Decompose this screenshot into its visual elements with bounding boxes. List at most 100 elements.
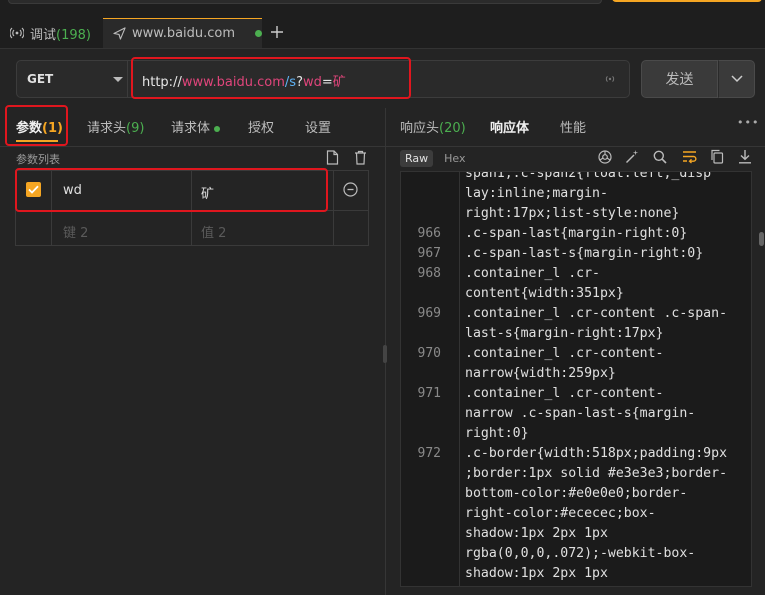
code-text: .c-border{width:518px;padding:9px [465, 446, 728, 461]
tab-debug[interactable]: 调试(198) [0, 18, 100, 48]
top-search-field[interactable] [8, 0, 602, 4]
copy-icon[interactable] [710, 149, 724, 164]
file-icon[interactable] [326, 150, 339, 165]
code-text: right:0} [465, 426, 529, 441]
code-text: last-s{margin-right:17px} [465, 326, 664, 341]
magic-wand-icon[interactable] [625, 149, 640, 164]
code-line: rgba(0,0,0,.072);-moz-box- [401, 584, 751, 586]
send-dropdown-button[interactable] [718, 60, 755, 98]
code-lines: span1,.c-span2{float:left;_disp lay:inlin… [401, 171, 751, 586]
response-code-viewer[interactable]: span1,.c-span2{float:left;_disp lay:inlin… [400, 171, 752, 587]
tab-req-body[interactable]: 请求体 [171, 117, 221, 136]
more-icon[interactable]: ••• [737, 116, 759, 129]
line-number: 970 [417, 346, 441, 361]
new-tab-plus-icon[interactable] [270, 25, 284, 39]
tab-auth[interactable]: 授权 [248, 117, 274, 136]
code-line: 967 .c-span-last-s{margin-right:0} [401, 244, 751, 264]
code-text: ;border:1px solid #e3e3e3;border- [465, 466, 728, 481]
tab-resp-body[interactable]: 响应体 [490, 117, 529, 136]
method-select[interactable]: GET [16, 60, 128, 98]
tab-resp-body-label: 响应体 [490, 121, 530, 136]
line-number-gutter-divider [459, 171, 460, 587]
code-line: last-s{margin-right:17px} [401, 324, 751, 344]
code-text: narrow .c-span-last-s{margin- [465, 406, 696, 421]
scrollbar-thumb[interactable] [759, 232, 764, 246]
tab-auth-label: 授权 [248, 121, 275, 136]
key-placeholder[interactable]: 键 2 [63, 222, 88, 241]
code-line: lay:inline;margin- [401, 184, 751, 204]
trash-icon[interactable] [354, 150, 367, 165]
tab-performance-label: 性能 [560, 121, 587, 136]
unsaved-dot-icon [255, 30, 262, 37]
tab-req-headers[interactable]: 请求头(9) [87, 117, 144, 136]
params-list-label: 参数列表 [16, 153, 60, 166]
tab-resp-headers-count: (20) [439, 121, 466, 136]
code-line: right:17px;list-style:none} [401, 204, 751, 224]
code-text: content{width:351px} [465, 286, 624, 301]
code-line: right:0} [401, 424, 751, 444]
code-text: right-color:#ececec;box- [465, 506, 656, 521]
code-line: span1,.c-span2{float:left;_disp [401, 171, 751, 184]
body-dot-icon [214, 125, 221, 132]
code-text: lay:inline;margin- [465, 186, 608, 201]
code-text: .c-span-last{margin-right:0} [465, 226, 688, 241]
code-line: 969 .container_l .cr-content .c-span- [401, 304, 751, 324]
search-icon[interactable] [653, 150, 667, 164]
code-text: .container_l .cr-content- [465, 386, 664, 401]
tab-req-headers-count: (9) [126, 121, 145, 136]
top-action-button[interactable] [612, 0, 762, 2]
send-button[interactable]: 发送 [641, 60, 718, 98]
code-text: .container_l .cr-content- [465, 346, 664, 361]
tab-resp-headers-label: 响应头 [400, 121, 440, 136]
download-icon[interactable] [738, 149, 752, 164]
code-text: bottom-color:#e0e0e0;border- [465, 486, 688, 501]
code-line: rgba(0,0,0,.072);-webkit-box- [401, 544, 751, 564]
broadcast-icon[interactable] [604, 73, 616, 85]
splitter-handle[interactable] [383, 345, 387, 363]
code-line: 970 .container_l .cr-content- [401, 344, 751, 364]
param-row-highlight-box [15, 168, 328, 212]
chevron-down-icon [730, 75, 743, 83]
code-line: 968 .container_l .cr- [401, 264, 751, 284]
tab-performance[interactable]: 性能 [560, 117, 586, 136]
tab-settings-label: 设置 [305, 121, 332, 136]
tabs-divider [0, 146, 765, 147]
line-number: 966 [417, 226, 441, 241]
chevron-down-icon [113, 77, 123, 82]
line-number: 972 [417, 446, 441, 461]
code-text: narrow{width:259px} [465, 366, 616, 381]
code-line: content{width:351px} [401, 284, 751, 304]
code-line: narrow .c-span-last-s{margin- [401, 404, 751, 424]
tab-req-body-label: 请求体 [171, 121, 211, 136]
tab-settings[interactable]: 设置 [305, 117, 331, 136]
tab-baidu[interactable]: www.baidu.com [103, 18, 262, 48]
code-text: .container_l .cr-content .c-span- [465, 306, 728, 321]
code-text: right:17px;list-style:none} [465, 206, 680, 221]
value-placeholder[interactable]: 值 2 [201, 222, 226, 241]
code-text: rgba(0,0,0,.072);-moz-box- [465, 584, 671, 586]
col-divider [333, 170, 334, 246]
word-wrap-icon[interactable] [682, 150, 697, 164]
line-number: 969 [417, 306, 441, 321]
line-number: 968 [417, 266, 441, 281]
raw-toggle[interactable]: Raw [400, 149, 434, 167]
hex-toggle[interactable]: Hex [439, 150, 470, 167]
line-number: 971 [417, 386, 441, 401]
code-text: .c-span-last-s{margin-right:0} [465, 246, 704, 261]
code-line: shadow:1px 2px 1px [401, 524, 751, 544]
params-tab-highlight-box [5, 105, 68, 146]
tab-debug-count: (198) [56, 27, 91, 43]
code-text: rgba(0,0,0,.072);-webkit-box- [465, 546, 696, 561]
tab-req-headers-label: 请求头 [87, 121, 127, 136]
tab-resp-headers[interactable]: 响应头(20) [400, 117, 466, 136]
remove-row-icon[interactable] [343, 182, 358, 197]
code-line: 971 .container_l .cr-content- [401, 384, 751, 404]
send-label: 发送 [665, 72, 694, 88]
view-mode-toggle: Raw Hex [400, 148, 471, 168]
line-number: 967 [417, 246, 441, 261]
browser-icon[interactable] [598, 150, 612, 164]
url-highlight-box [131, 57, 411, 99]
code-text: span1,.c-span2{float:left;_disp [465, 171, 712, 181]
code-line: bottom-color:#e0e0e0;border- [401, 484, 751, 504]
broadcast-icon [10, 26, 24, 40]
